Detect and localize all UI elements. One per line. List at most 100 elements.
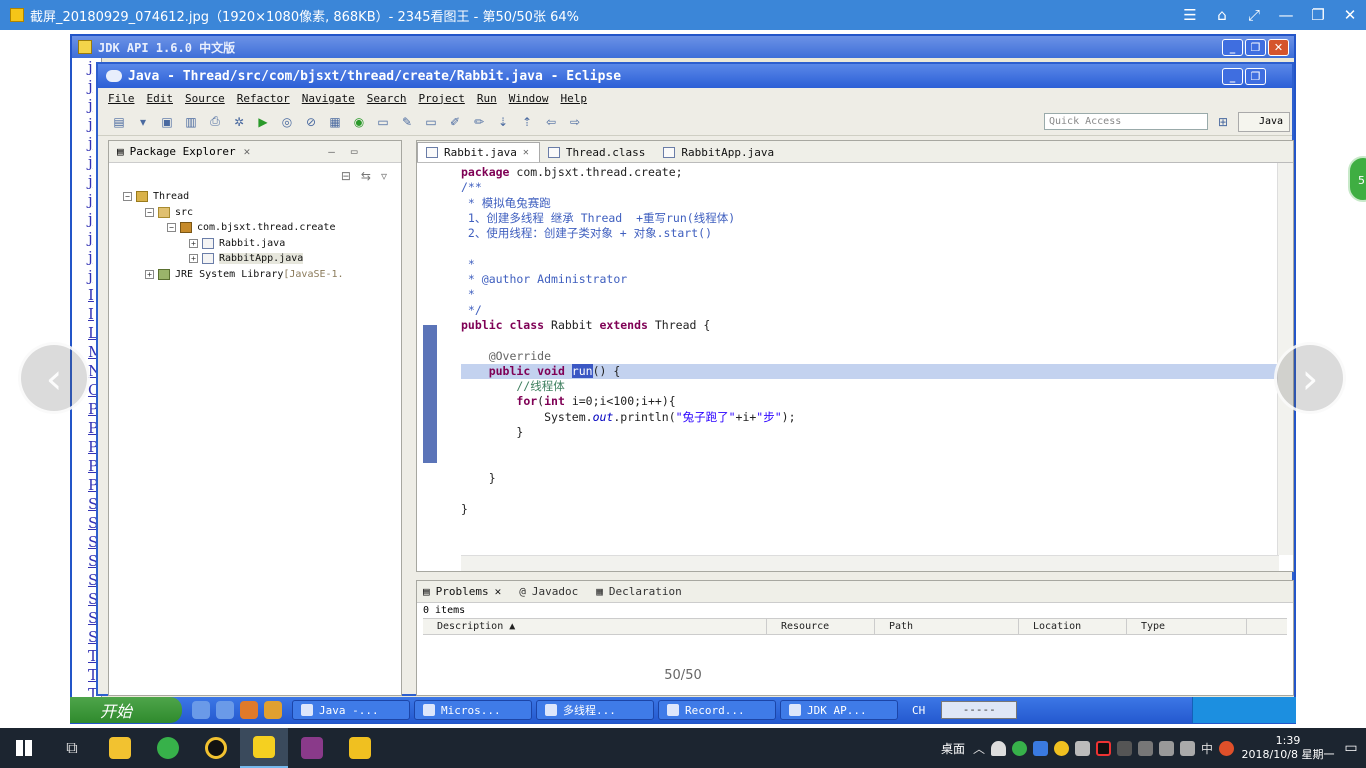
game-icon[interactable] <box>288 728 336 768</box>
xp-task-button[interactable]: Micros... <box>414 700 532 720</box>
external-tools-icon[interactable]: ◎ <box>278 114 296 130</box>
browser-360-icon[interactable] <box>144 728 192 768</box>
editor-horizontal-scrollbar[interactable] <box>461 555 1279 571</box>
open-folder-icon[interactable]: ▭ <box>422 114 440 130</box>
next-annotation-icon[interactable]: ⇣ <box>494 114 512 130</box>
wifi-icon[interactable] <box>1137 740 1153 756</box>
ime-indicator[interactable]: 中 <box>1201 740 1213 757</box>
view-tab-problems[interactable]: ▤ Problems ✕ <box>423 585 501 598</box>
xp-task-button[interactable]: JDK AP... <box>780 700 898 720</box>
desktop-toolbar-label[interactable]: 桌面 <box>941 740 965 757</box>
view-tab-javadoc[interactable]: @ Javadoc <box>519 585 578 598</box>
xp-task-button[interactable]: 多线程... <box>536 700 654 720</box>
qq-tray-icon[interactable] <box>1095 740 1111 756</box>
expand-toggle-icon[interactable]: − <box>123 192 132 202</box>
action-center-icon[interactable]: ▭ <box>1336 740 1366 756</box>
security-icon[interactable] <box>1011 740 1027 756</box>
editor-tab[interactable]: RabbitApp.java <box>655 142 784 162</box>
eclipse-maximize-button[interactable]: ❐ <box>1245 68 1266 85</box>
source-code[interactable]: package com.bjsxt.thread.create;/** * 模拟… <box>461 165 1281 517</box>
qq-icon[interactable] <box>192 728 240 768</box>
skin-icon[interactable]: ⌂ <box>1206 0 1238 30</box>
windows-start-icon[interactable] <box>0 728 48 768</box>
help-icon[interactable] <box>336 728 384 768</box>
firefox-icon[interactable] <box>240 701 258 719</box>
print-icon[interactable]: ⎙ <box>206 114 224 130</box>
tree-item[interactable]: + RabbitApp.java <box>123 251 401 267</box>
menu-item-help[interactable]: Help <box>560 92 587 105</box>
column-header[interactable]: Location <box>1019 619 1127 634</box>
minimize-icon[interactable]: — <box>328 145 335 158</box>
column-header[interactable]: Type <box>1127 619 1247 634</box>
tree-item[interactable]: + JRE System Library [JavaSE-1. <box>123 267 401 283</box>
network-app-icon[interactable] <box>1032 740 1048 756</box>
eclipse-minimize-button[interactable]: _ <box>1222 68 1243 85</box>
monitor-icon[interactable] <box>1074 740 1090 756</box>
view-tab-declaration[interactable]: ▦ Declaration <box>596 585 681 598</box>
column-header[interactable]: Resource <box>767 619 875 634</box>
expand-toggle-icon[interactable]: − <box>145 207 154 217</box>
volume-icon[interactable] <box>1179 740 1195 756</box>
menu-icon[interactable]: ☰ <box>1174 0 1206 30</box>
open-type-icon[interactable]: ▭ <box>374 114 392 130</box>
prev-annotation-icon[interactable]: ⇡ <box>518 114 536 130</box>
open-perspective-icon[interactable]: ⊞ <box>1214 114 1232 130</box>
bell-icon[interactable] <box>990 740 1006 756</box>
menu-item-project[interactable]: Project <box>418 92 464 105</box>
close-icon[interactable]: ✕ <box>523 147 529 158</box>
settings-icon[interactable] <box>264 701 282 719</box>
file-explorer-icon[interactable] <box>96 728 144 768</box>
battery-icon[interactable] <box>1158 740 1174 756</box>
xp-task-button[interactable]: Java -... <box>292 700 410 720</box>
plus-icon[interactable] <box>1053 740 1069 756</box>
chevron-up-icon[interactable]: ︿ <box>973 740 985 757</box>
new-package-icon[interactable]: ▦ <box>326 114 344 130</box>
save-icon[interactable]: ▣ <box>158 114 176 130</box>
run-icon[interactable]: ▶ <box>254 114 272 130</box>
maximize-icon[interactable]: ▭ <box>351 145 358 158</box>
menu-item-edit[interactable]: Edit <box>147 92 174 105</box>
expand-toggle-icon[interactable]: + <box>145 269 154 279</box>
close-icon[interactable]: ✕ <box>495 585 502 598</box>
new-dropdown-icon[interactable]: ▾ <box>134 114 152 130</box>
link-editor-icon[interactable]: ⇆ <box>361 169 371 183</box>
menu-item-file[interactable]: File <box>108 92 135 105</box>
menu-item-search[interactable]: Search <box>367 92 407 105</box>
column-header[interactable]: Description ▲ <box>423 619 767 634</box>
jdk-maximize-button[interactable]: ❐ <box>1245 39 1266 56</box>
package-explorer-tab[interactable]: ▤ Package Explorer ✕ — ▭ <box>109 141 401 163</box>
bluetooth-icon[interactable] <box>1116 740 1132 756</box>
ie-icon[interactable] <box>192 701 210 719</box>
expand-toggle-icon[interactable]: + <box>189 238 198 248</box>
menu-item-source[interactable]: Source <box>185 92 225 105</box>
toggle-mark-icon[interactable]: ✐ <box>446 114 464 130</box>
editor-tab[interactable]: Rabbit.java ✕ <box>417 142 540 162</box>
image-viewer-taskbar-icon[interactable] <box>240 728 288 768</box>
expand-toggle-icon[interactable]: + <box>189 254 198 264</box>
jdk-close-button[interactable]: ✕ <box>1268 39 1289 56</box>
fullscreen-icon[interactable]: ⤢ <box>1238 0 1270 30</box>
view-menu-icon[interactable]: ▿ <box>381 169 387 183</box>
floating-badge[interactable]: 51 <box>1348 156 1366 202</box>
new-icon[interactable]: ▤ <box>110 114 128 130</box>
tree-item[interactable]: − src <box>123 205 401 221</box>
menu-item-navigate[interactable]: Navigate <box>302 92 355 105</box>
next-image-button[interactable]: › <box>1274 342 1346 414</box>
ime-bar[interactable]: ----- <box>941 701 1018 719</box>
collapse-all-icon[interactable]: ⊟ <box>341 169 351 183</box>
forward-icon[interactable]: ⇨ <box>566 114 584 130</box>
search-icon[interactable]: ✎ <box>398 114 416 130</box>
close-icon[interactable]: ✕ <box>1334 0 1366 30</box>
browser-icon[interactable] <box>216 701 234 719</box>
minimize-icon[interactable]: — <box>1270 0 1302 30</box>
back-icon[interactable]: ⇦ <box>542 114 560 130</box>
task-view-icon[interactable]: ⧉ <box>48 728 96 768</box>
skip-breakpoints-icon[interactable]: ⊘ <box>302 114 320 130</box>
xp-task-button[interactable]: Record... <box>658 700 776 720</box>
sogou-ime-icon[interactable] <box>1219 740 1234 756</box>
editor-tab[interactable]: Thread.class <box>540 142 655 162</box>
tree-item[interactable]: − com.bjsxt.thread.create <box>123 220 401 236</box>
quick-access-input[interactable]: Quick Access <box>1044 113 1208 130</box>
java-perspective-button[interactable]: Java <box>1238 111 1290 132</box>
highlight-icon[interactable]: ✏ <box>470 114 488 130</box>
